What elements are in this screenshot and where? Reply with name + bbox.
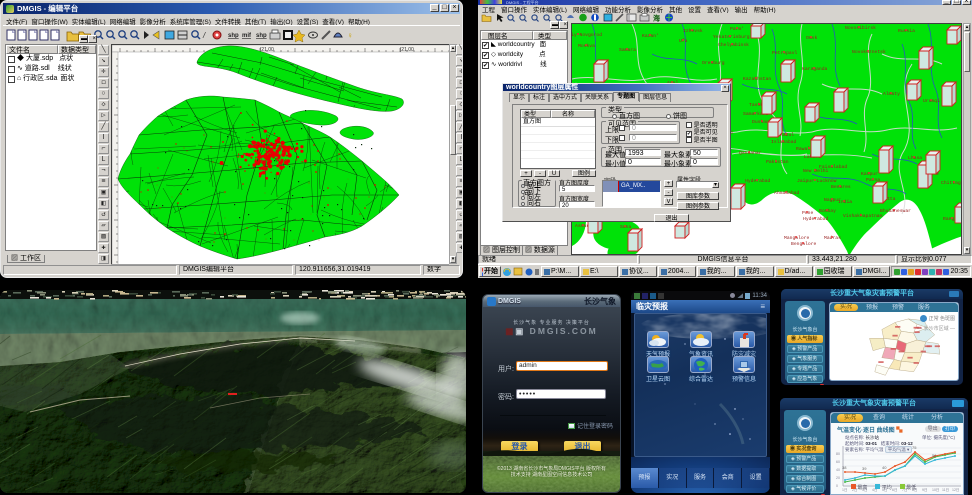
svg-text:60: 60 <box>836 460 840 464</box>
svg-text:♀: ♀ <box>347 31 353 40</box>
svg-text:Pune: Pune <box>802 210 813 216</box>
svg-text:80: 80 <box>836 452 840 456</box>
svg-text:Hyderabad: Hyderabad <box>745 178 771 184</box>
svg-text:38: 38 <box>842 465 847 470</box>
svg-text:Sana: Sana <box>620 224 631 230</box>
svg-text:Izhevsk: Izhevsk <box>683 28 703 34</box>
svg-text:Almaty: Almaty <box>883 91 900 97</box>
svg-text:shp: shp <box>228 33 239 39</box>
svg-text:Novokuznetsk: Novokuznetsk <box>852 49 886 55</box>
svg-text:海: 海 <box>653 14 660 23</box>
svg-text:Bengalore: Bengalore <box>791 241 817 247</box>
svg-text:Samara: Samara <box>619 47 636 53</box>
svg-text:Pakistan: Pakistan <box>766 159 789 165</box>
svg-text:Bhubaneswar: Bhubaneswar <box>880 208 911 214</box>
svg-text:Kanpur: Kanpur <box>861 171 878 177</box>
svg-text:Nizhniy Novgorod: Nizhniy Novgorod <box>572 32 602 38</box>
svg-text:Moskva: Moskva <box>578 43 595 49</box>
svg-text:Faisalabad: Faisalabad <box>819 164 847 170</box>
svg-text:Omsk: Omsk <box>806 35 817 41</box>
svg-text:Kazan': Kazan' <box>642 33 659 39</box>
svg-text:40: 40 <box>836 468 840 472</box>
svg-text:Karaganda: Karaganda <box>802 66 828 72</box>
svg-text:Petropavl: Petropavl <box>772 50 798 56</box>
svg-text:Benares: Benares <box>831 184 851 190</box>
svg-text:Novosibirsk: Novosibirsk <box>845 25 876 31</box>
svg-text:|21.00: |21.00 <box>400 47 414 53</box>
svg-text:1日: 1日 <box>842 488 847 492</box>
svg-text:Chittagong: Chittagong <box>941 180 962 186</box>
svg-text:Chelyabinsk: Chelyabinsk <box>718 42 749 48</box>
svg-text:10日: 10日 <box>932 488 939 492</box>
svg-text:Ahmadabad: Ahmadabad <box>774 190 800 196</box>
svg-text:Madras: Madras <box>824 235 841 241</box>
svg-text:Kazakhstan: Kazakhstan <box>743 76 771 82</box>
svg-text:Urumqi: Urumqi <box>923 98 940 104</box>
svg-text:Jaipur Lucknow: Jaipur Lucknow <box>797 178 837 184</box>
svg-text:Lhasa: Lhasa <box>908 155 922 161</box>
svg-text:40: 40 <box>882 465 887 470</box>
svg-text:Islamabad: Islamabad <box>771 139 797 145</box>
svg-text:56: 56 <box>932 453 937 458</box>
svg-text:Russia: Russia <box>898 28 915 34</box>
svg-text:39: 39 <box>862 466 867 471</box>
svg-text:Qandahar: Qandahar <box>739 150 762 156</box>
svg-text:75: 75 <box>912 445 917 450</box>
svg-text:Ufa: Ufa <box>679 38 688 44</box>
svg-text:Bombay: Bombay <box>819 208 836 214</box>
svg-text:Orenburg: Orenburg <box>702 60 725 66</box>
svg-text:Vishakhapatnam: Vishakhapatnam <box>843 213 883 219</box>
svg-text:Parm': Parm' <box>730 26 744 32</box>
svg-text:Mangalore: Mangalore <box>784 235 810 241</box>
svg-text:India: India <box>838 199 852 205</box>
svg-text:mif: mif <box>242 33 252 39</box>
svg-text:20: 20 <box>836 476 840 480</box>
svg-text:Yekaterinburg: Yekaterinburg <box>713 34 750 40</box>
svg-text:11日: 11日 <box>942 488 949 492</box>
svg-text:9日: 9日 <box>922 488 927 492</box>
svg-text:Hyderabad: Hyderabad <box>803 216 829 222</box>
svg-text:0: 0 <box>836 484 838 488</box>
svg-text:/: / <box>202 31 206 40</box>
svg-text:shp: shp <box>256 33 267 39</box>
svg-text:12日: 12日 <box>952 488 959 492</box>
